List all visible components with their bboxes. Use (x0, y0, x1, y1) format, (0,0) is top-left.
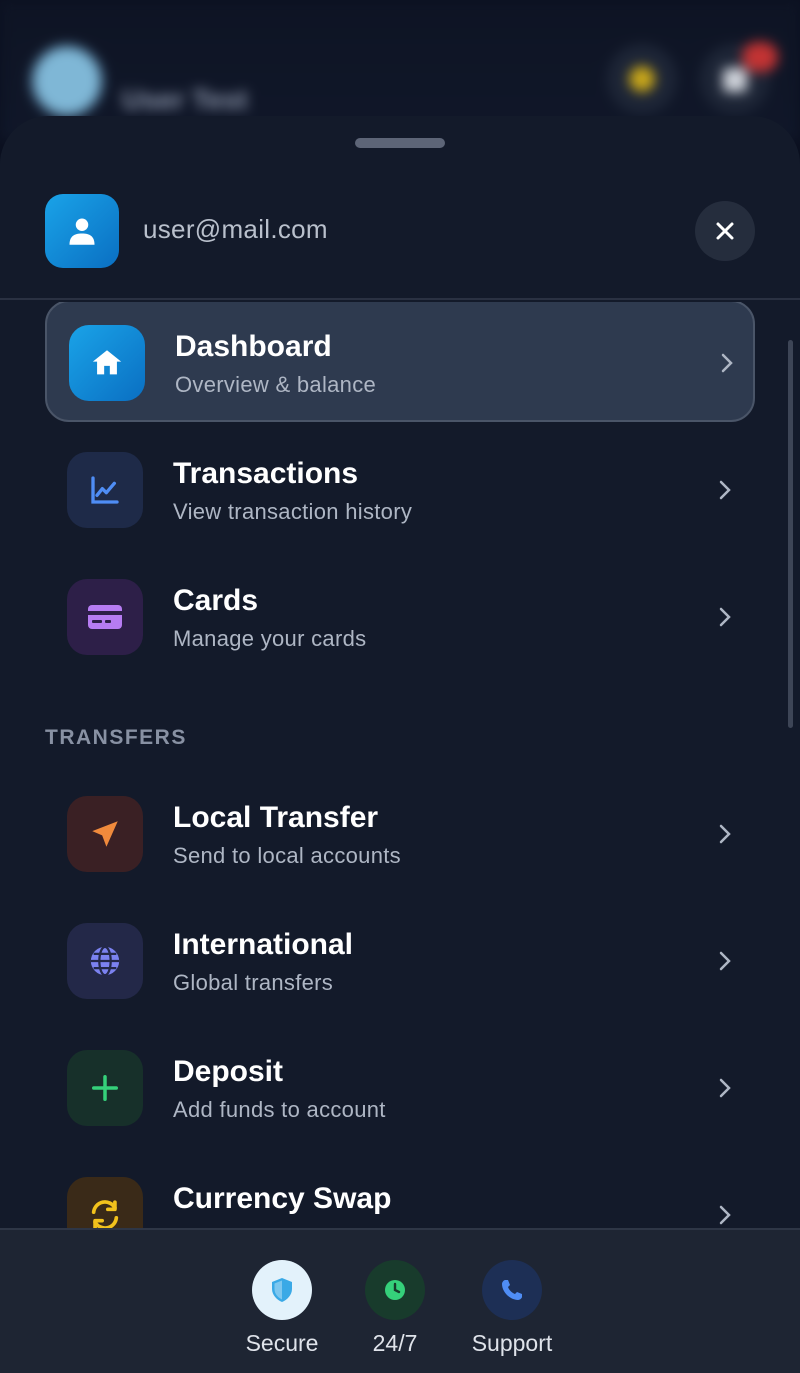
chevron-right-icon (719, 1078, 731, 1098)
menu-item-title: International (173, 928, 354, 961)
menu-item-deposit[interactable]: Deposit Add funds to account (45, 1027, 755, 1149)
close-icon (716, 222, 734, 240)
section-label-transfers: TRANSFERS (45, 726, 187, 749)
chevron-right-icon (719, 951, 731, 971)
footer-label: 24/7 (372, 1330, 418, 1356)
shield-icon (252, 1260, 312, 1320)
chevron-right-icon (719, 480, 731, 500)
plus-icon (67, 1050, 143, 1126)
menu-item-title: Cards (173, 584, 259, 617)
send-icon (67, 796, 143, 872)
home-icon (69, 325, 145, 401)
chevron-right-icon (721, 353, 733, 373)
menu-item-subtitle: Manage your cards (173, 626, 367, 651)
clock-icon (365, 1260, 425, 1320)
sheet-header: user@mail.com (0, 176, 800, 300)
menu-item-title: Dashboard (175, 330, 332, 363)
menu-scrollbar[interactable] (788, 340, 793, 728)
background-avatar (30, 44, 104, 118)
sheet-drag-handle[interactable] (355, 138, 445, 148)
menu-item-subtitle: Add funds to account (173, 1097, 386, 1122)
menu-item-international[interactable]: International Global transfers (45, 900, 755, 1022)
background-coin-button (607, 44, 677, 114)
menu-item-title: Transactions (173, 457, 359, 490)
chart-line-icon (67, 452, 143, 528)
menu-item-currency-swap[interactable]: Currency Swap (45, 1154, 755, 1228)
user-icon (69, 218, 95, 245)
menu-item-subtitle: Overview & balance (175, 372, 377, 397)
menu-item-subtitle: View transaction history (173, 499, 413, 524)
bell-icon (723, 68, 747, 92)
phone-icon (482, 1260, 542, 1320)
coin-icon (629, 66, 655, 92)
menu-item-title: Local Transfer (173, 801, 379, 834)
chevron-right-icon (719, 607, 731, 627)
menu-item-transactions[interactable]: Transactions View transaction history (45, 429, 755, 551)
chevron-right-icon (719, 824, 731, 844)
sheet-footer: Secure 24/7 Support (0, 1228, 800, 1373)
footer-item-24-7[interactable]: 24/7 (330, 1260, 460, 1357)
footer-item-support[interactable]: Support (447, 1260, 577, 1357)
menu-item-dashboard[interactable]: Dashboard Overview & balance (45, 302, 755, 422)
footer-item-secure[interactable]: Secure (217, 1260, 347, 1357)
footer-label: Secure (245, 1330, 319, 1356)
footer-label: Support (471, 1330, 553, 1356)
menu-sheet: user@mail.com Dashboard Overview & balan… (0, 116, 800, 1373)
menu-item-subtitle: Global transfers (173, 970, 334, 995)
user-email: user@mail.com (143, 214, 328, 244)
credit-card-icon (67, 579, 143, 655)
background-title: User Test (122, 84, 248, 115)
globe-icon (67, 923, 143, 999)
swap-icon (67, 1177, 143, 1228)
user-avatar (45, 194, 119, 268)
close-button[interactable] (695, 201, 755, 261)
menu-item-cards[interactable]: Cards Manage your cards (45, 556, 755, 678)
chevron-right-icon (719, 1205, 731, 1225)
menu-item-subtitle: Send to local accounts (173, 843, 401, 868)
menu-item-title: Deposit (173, 1055, 284, 1088)
menu-list[interactable]: Dashboard Overview & balance Transaction… (0, 302, 800, 1228)
menu-item-local-transfer[interactable]: Local Transfer Send to local accounts (45, 773, 755, 895)
notification-badge (742, 42, 778, 72)
menu-item-title: Currency Swap (173, 1182, 392, 1215)
